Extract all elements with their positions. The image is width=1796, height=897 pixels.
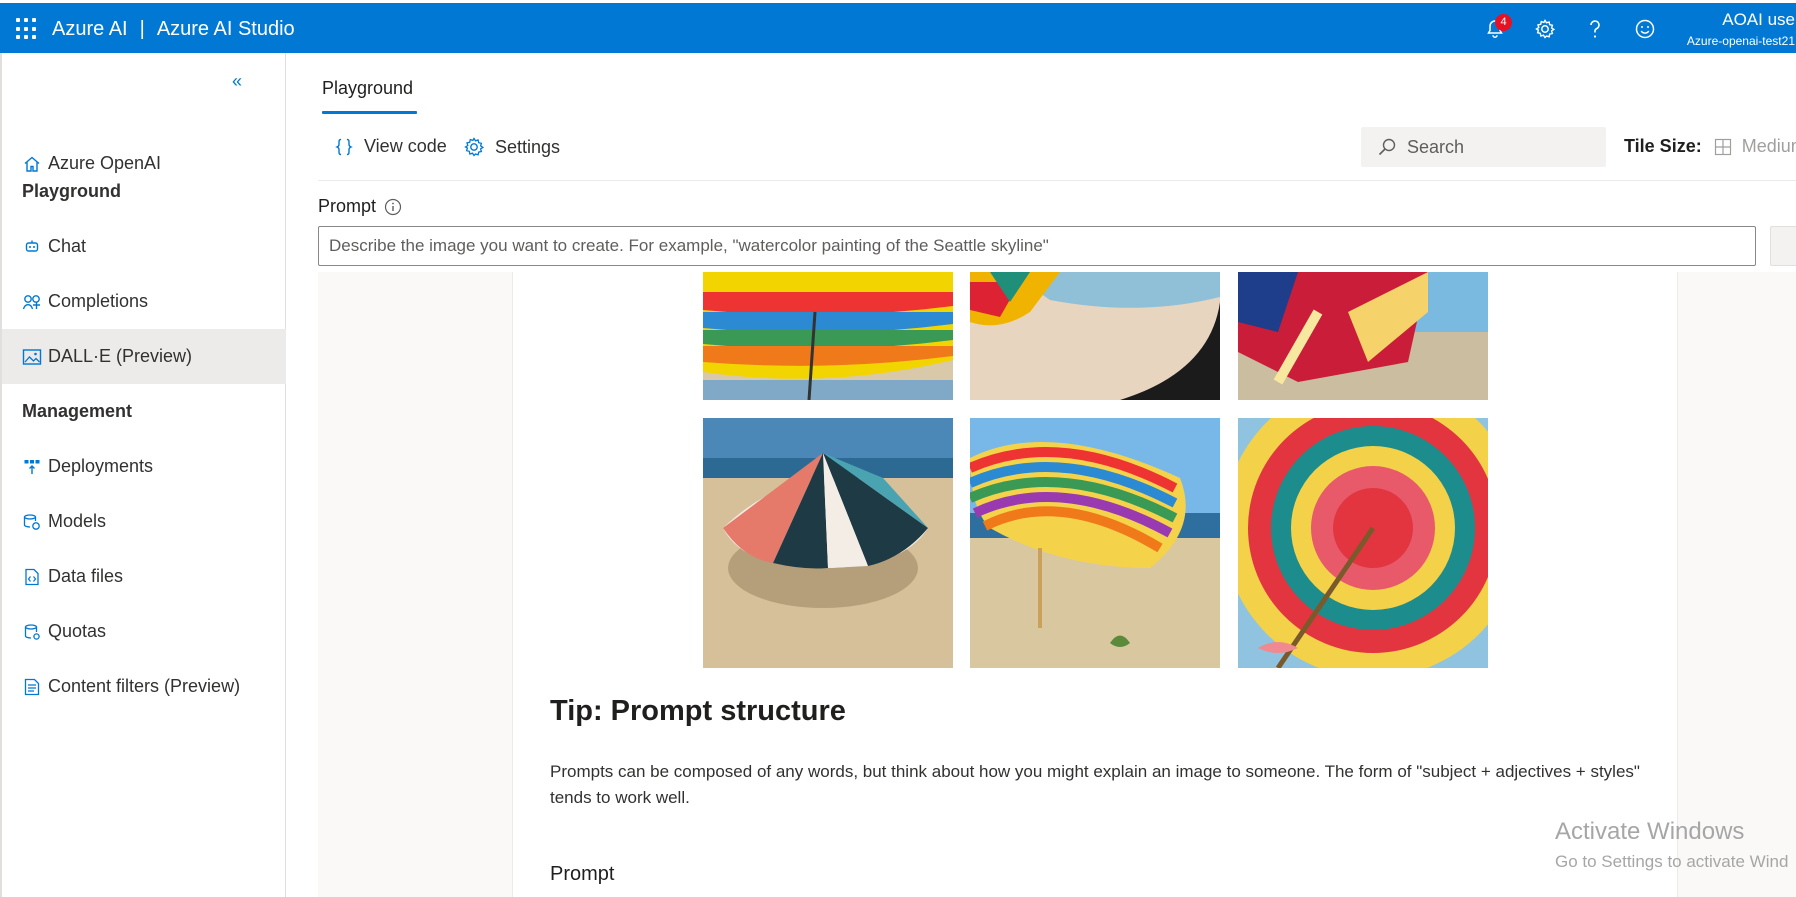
models-icon <box>22 512 42 532</box>
tile-size-control[interactable]: Tile Size: Medium <box>1624 136 1796 157</box>
sidebar-item-data-files[interactable]: Data files <box>2 549 286 604</box>
sample-image-6[interactable] <box>1238 418 1488 668</box>
chat-bot-icon <box>22 237 42 257</box>
feedback-smiley-icon <box>1635 19 1655 39</box>
waffle-icon[interactable] <box>16 18 38 40</box>
sidebar-item-models[interactable]: Models <box>2 494 286 549</box>
sample-image-2[interactable] <box>970 272 1220 400</box>
grid-icon <box>1714 138 1732 156</box>
sidebar-item-label: DALL·E (Preview) <box>48 346 193 366</box>
gear-icon <box>463 136 485 158</box>
sidebar-item-label: Models <box>48 511 107 531</box>
sample-image-4[interactable] <box>703 418 953 668</box>
sidebar-item-label: Completions <box>48 291 149 311</box>
brand-azure-ai: Azure AI <box>52 18 128 40</box>
view-code-label: View code <box>364 136 447 156</box>
sidebar-item-completions[interactable]: Completions <box>2 274 286 329</box>
content-filter-icon <box>22 677 42 697</box>
tip-title: Tip: Prompt structure <box>550 695 846 727</box>
deployments-icon <box>22 457 42 477</box>
tip-text: Prompts can be composed of any words, bu… <box>550 762 1640 807</box>
notification-badge: 4 <box>1495 14 1512 31</box>
sample-image-5[interactable] <box>970 418 1220 668</box>
sidebar-item-label: Content filters (Preview) <box>48 676 241 696</box>
search-input[interactable]: Search <box>1361 127 1606 167</box>
watermark-line-2: Go to Settings to activate Wind <box>1555 852 1789 871</box>
info-icon[interactable] <box>384 198 402 216</box>
tip-prompt-heading: Prompt <box>550 863 615 885</box>
tile-size-label: Tile Size: <box>1624 136 1702 156</box>
tile-size-value: Medium <box>1741 136 1796 156</box>
section-management: Management <box>22 401 133 421</box>
sidebar-item-quotas[interactable]: Quotas <box>2 604 286 659</box>
prompt-label: Prompt <box>318 196 402 217</box>
sidebar-item-chat[interactable]: Chat <box>2 219 286 274</box>
prompt-input[interactable] <box>318 226 1756 266</box>
search-placeholder: Search <box>1407 136 1465 157</box>
settings-button[interactable] <box>1532 16 1558 42</box>
code-braces-icon <box>334 137 354 157</box>
sidebar-item-label: Data files <box>48 566 124 586</box>
top-bar: Azure AI | Azure AI Studio 4 AOAI use Azur… <box>0 3 1796 53</box>
brand-studio: Azure AI Studio <box>156 18 295 40</box>
home-icon <box>22 154 42 174</box>
generate-button[interactable] <box>1770 226 1796 266</box>
help-button[interactable] <box>1582 16 1608 42</box>
help-icon <box>1590 20 1600 38</box>
brand-title[interactable]: Azure AI | Azure AI Studio <box>52 18 295 41</box>
sidebar-item-deployments[interactable]: Deployments <box>2 439 286 494</box>
feedback-button[interactable] <box>1632 16 1658 42</box>
settings-command-button[interactable]: Settings <box>463 136 560 158</box>
brand-separator: | <box>139 18 145 40</box>
sidebar-item-label: Chat <box>48 236 87 256</box>
sidebar-item-label: Quotas <box>48 621 107 641</box>
user-account[interactable]: AOAI use Azure-openai-test21 <box>1675 10 1795 48</box>
data-file-icon <box>22 567 42 587</box>
completions-icon <box>22 292 42 312</box>
quotas-icon <box>22 622 42 642</box>
search-icon <box>1377 137 1397 157</box>
image-icon <box>22 347 42 367</box>
tab-playground[interactable]: Playground <box>322 78 413 99</box>
sidebar: « Azure OpenAI Playground Chat Completio… <box>0 53 286 897</box>
user-org: Azure-openai-test21 <box>1686 34 1795 48</box>
user-name: AOAI use <box>1722 10 1795 29</box>
section-playground: Playground <box>22 181 122 201</box>
sample-image-1[interactable] <box>703 272 953 400</box>
activation-watermark: Activate Windows Go to Settings to activ… <box>1555 818 1788 872</box>
screen: Azure AI | Azure AI Studio 4 AOAI use Azur… <box>0 0 1796 897</box>
header-divider <box>318 180 1796 181</box>
settings-label: Settings <box>495 136 561 157</box>
view-code-button[interactable]: View code <box>334 136 447 157</box>
gear-icon <box>1535 19 1556 39</box>
notifications-button[interactable]: 4 <box>1482 14 1512 42</box>
sidebar-item-label: Deployments <box>48 456 154 476</box>
sample-image-3[interactable] <box>1238 272 1488 400</box>
sidebar-item-dalle[interactable]: DALL·E (Preview) <box>2 329 286 384</box>
sidebar-item-label: Azure OpenAI <box>48 153 162 173</box>
watermark-line-1: Activate Windows <box>1555 818 1745 845</box>
prompt-label-text: Prompt <box>318 196 377 216</box>
double-chevron-left-icon[interactable]: « <box>232 71 242 92</box>
tab-underline <box>322 111 417 114</box>
sidebar-item-content-filters[interactable]: Content filters (Preview) <box>2 659 286 714</box>
